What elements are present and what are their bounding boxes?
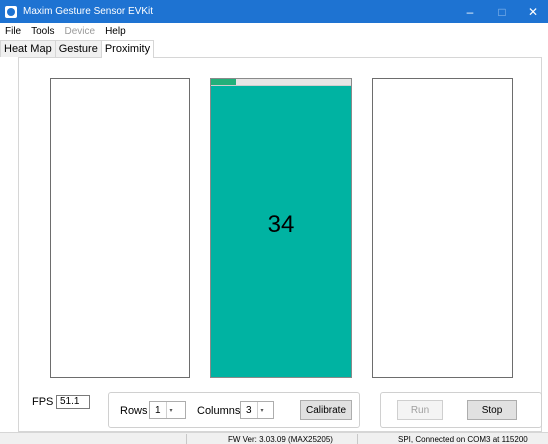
app-logo-icon: [5, 5, 17, 18]
status-divider: [357, 434, 358, 444]
status-divider: [186, 434, 187, 444]
maximize-button[interactable]: □: [487, 0, 517, 23]
close-button[interactable]: ✕: [518, 0, 548, 23]
rows-value: 1: [155, 404, 161, 416]
run-button[interactable]: Run: [397, 400, 443, 420]
config-group: Rows 1 ▾ Columns 3 ▾ Calibrate: [108, 392, 360, 428]
menu-device[interactable]: Device: [59, 26, 100, 37]
sensor-box-left: [50, 78, 190, 378]
stop-button[interactable]: Stop: [467, 400, 517, 420]
title-bar: Maxim Gesture Sensor EVKit – □ ✕: [0, 0, 548, 23]
proximity-value: 34: [267, 211, 295, 238]
rows-dropdown-arrow-icon[interactable]: ▾: [165, 402, 176, 418]
proximity-progress-fill: [211, 79, 237, 85]
columns-dropdown-arrow-icon[interactable]: ▾: [256, 402, 267, 418]
rows-label: Rows: [120, 405, 148, 417]
run-stop-group: Run Stop: [380, 392, 542, 428]
menu-file[interactable]: File: [0, 26, 26, 37]
menu-bar: File Tools Device Help: [0, 23, 548, 39]
tab-heat-map[interactable]: Heat Map: [0, 40, 56, 57]
connection-status-text: SPI, Connected on COM3 at 115200: [398, 435, 528, 444]
sensor-box-center: 34: [210, 78, 352, 378]
tab-proximity[interactable]: Proximity: [100, 40, 155, 58]
window-title: Maxim Gesture Sensor EVKit: [23, 6, 154, 17]
columns-value: 3: [246, 404, 252, 416]
columns-label: Columns: [197, 405, 241, 417]
status-bar: FW Ver: 3.03.09 (MAX25205) SPI, Connecte…: [0, 432, 548, 444]
fps-label: FPS: [32, 396, 54, 408]
rows-spinner[interactable]: 1 ▾: [149, 401, 186, 419]
tab-gesture[interactable]: Gesture: [54, 40, 102, 57]
calibrate-button[interactable]: Calibrate: [300, 400, 352, 420]
columns-spinner[interactable]: 3 ▾: [240, 401, 274, 419]
firmware-version-text: FW Ver: 3.03.09 (MAX25205): [228, 435, 333, 444]
proximity-progress-bar: [211, 79, 351, 86]
tab-strip: Heat Map Gesture Proximity: [0, 40, 155, 58]
sensor-box-right: [372, 78, 513, 378]
minimize-button[interactable]: –: [455, 0, 485, 23]
menu-help[interactable]: Help: [100, 26, 131, 37]
fps-value-field: 51.1: [56, 395, 90, 409]
menu-tools[interactable]: Tools: [26, 26, 59, 37]
